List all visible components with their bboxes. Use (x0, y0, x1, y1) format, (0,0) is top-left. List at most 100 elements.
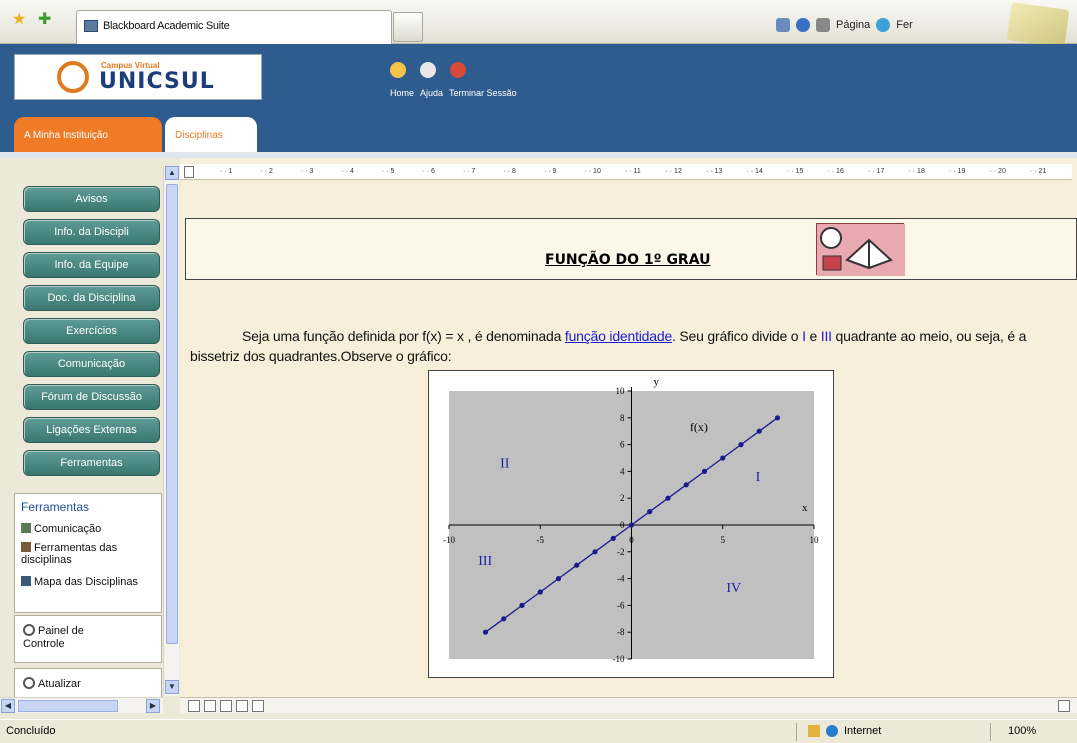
ruler-corner-icon (184, 166, 194, 178)
tools-course-map[interactable]: Mapa das Disciplinas (21, 576, 141, 588)
data-point (555, 576, 562, 582)
nav-course-docs[interactable]: Doc. da Disciplina (23, 285, 160, 311)
y-tick-label: -10 (613, 654, 625, 664)
reading-view-icon[interactable] (252, 700, 264, 712)
ruler-mark: · · 21 (1030, 168, 1047, 175)
nav-tools[interactable]: Ferramentas (23, 450, 160, 476)
scroll-up-arrow-icon[interactable]: ▲ (165, 166, 179, 180)
home-icon[interactable] (776, 18, 790, 32)
quadrant-label-ii: II (500, 456, 510, 471)
add-favorite-icon[interactable]: ✚ (38, 12, 51, 28)
control-panel-link[interactable]: Painel de Controle (23, 624, 113, 651)
tab-title: Blackboard Academic Suite (103, 20, 230, 32)
ruler-mark: · · 10 (584, 168, 601, 175)
help-link[interactable]: Ajuda (420, 88, 443, 98)
data-point (756, 428, 762, 434)
ruler-mark: · · 2 (260, 168, 273, 175)
ruler-mark: · · 3 (301, 168, 314, 175)
hscroll-thumb[interactable] (18, 700, 118, 712)
header-icons (390, 62, 466, 78)
y-tick-label: -6 (617, 600, 625, 610)
control-panel-box[interactable]: Painel de Controle (14, 615, 162, 663)
nav-discussion-forum[interactable]: Fórum de Discussão (23, 384, 160, 410)
x-tick-label: -5 (537, 535, 545, 545)
identity-function-link[interactable]: função identidade (565, 328, 672, 344)
unicsul-logo[interactable]: Campus Virtual UNICSUL (14, 54, 262, 100)
nav-communication[interactable]: Comunicação (23, 351, 160, 377)
data-point (720, 455, 726, 461)
home-icon[interactable] (390, 62, 406, 78)
tab-my-institution[interactable]: A Minha Instituição (14, 117, 162, 152)
data-point (738, 442, 744, 448)
y-axis-label: y (654, 376, 660, 388)
print-icon[interactable] (816, 18, 830, 32)
ruler-mark: · · 18 (908, 168, 925, 175)
tools-course-tools[interactable]: Ferramentas das disciplinas (21, 542, 161, 566)
scroll-left-arrow-icon[interactable]: ◀ (1, 699, 15, 713)
scroll-thumb[interactable] (166, 184, 178, 644)
web-view-icon[interactable] (204, 700, 216, 712)
data-point (701, 468, 708, 474)
y-tick-label: -2 (617, 547, 625, 557)
nav-external-links[interactable]: Ligações Externas (23, 417, 160, 443)
nav-exercises[interactable]: Exercícios (23, 318, 160, 344)
nav-course-info[interactable]: Info. da Discipli (23, 219, 160, 245)
data-point (574, 562, 580, 568)
data-point (592, 549, 598, 555)
page-title: FUNÇÃO DO 1º GRAU (545, 252, 711, 268)
tools-icon[interactable] (876, 18, 891, 32)
quadrant-label-i: I (756, 470, 761, 485)
nav-horizontal-scrollbar[interactable]: ◀ ▶ (0, 697, 163, 713)
nav-avisos[interactable]: Avisos (23, 186, 160, 212)
home-link[interactable]: Home (390, 88, 414, 98)
refresh-box[interactable]: Atualizar (14, 668, 162, 698)
logout-icon[interactable] (450, 62, 466, 78)
status-divider (796, 723, 797, 741)
y-tick-label: -8 (617, 627, 625, 637)
nav-vertical-scrollbar[interactable]: ▲ ▼ (163, 166, 179, 696)
refresh-icon (23, 677, 35, 689)
ruler-mark: · · 15 (787, 168, 804, 175)
page-scroll-right-icon[interactable] (1058, 700, 1070, 712)
data-point (610, 535, 616, 541)
scroll-down-arrow-icon[interactable]: ▼ (165, 680, 179, 694)
globe-icon (826, 725, 838, 737)
browser-tab[interactable]: Blackboard Academic Suite (76, 10, 392, 44)
ruler-mark: · · 5 (382, 168, 395, 175)
command-bar: Página Fer (776, 14, 913, 36)
ruler-mark: · · 8 (503, 168, 516, 175)
print-view-icon[interactable] (220, 700, 232, 712)
protected-mode-icon (808, 725, 820, 737)
page-view-toolbar (180, 697, 1077, 713)
book-icon (817, 224, 905, 276)
x-axis-label: x (802, 502, 808, 514)
y-tick-label: 8 (620, 413, 625, 423)
security-zone[interactable]: Internet (808, 725, 881, 737)
tools-menu[interactable]: Fer (896, 19, 913, 31)
page-menu[interactable]: Página (836, 19, 870, 31)
ruler-mark: · · 20 (989, 168, 1006, 175)
data-point (628, 522, 635, 528)
logout-link[interactable]: Terminar Sessão (449, 88, 517, 98)
nav-team-info[interactable]: Info. da Equipe (23, 252, 160, 278)
feeds-icon[interactable] (796, 18, 810, 32)
zoom-level[interactable]: 100% (1008, 725, 1036, 737)
x-tick-label: -10 (443, 535, 455, 545)
tools-box: Ferramentas Comunicação Ferramentas das … (14, 493, 162, 613)
scroll-right-arrow-icon[interactable]: ▶ (146, 699, 160, 713)
tools-communication[interactable]: Comunicação (21, 523, 101, 535)
data-point (647, 509, 653, 515)
tab-disciplines[interactable]: Disciplinas (165, 117, 257, 152)
refresh-link[interactable]: Atualizar (23, 677, 81, 691)
y-tick-label: 0 (620, 520, 625, 530)
site-header: Campus Virtual UNICSUL Home Ajuda Termin… (0, 44, 1077, 152)
new-tab-button[interactable] (393, 12, 423, 42)
normal-view-icon[interactable] (188, 700, 200, 712)
help-icon[interactable] (420, 62, 436, 78)
book-clipart-image (816, 223, 905, 276)
ruler-mark: · · 4 (341, 168, 354, 175)
outline-view-icon[interactable] (236, 700, 248, 712)
ruler-mark: · · 17 (868, 168, 885, 175)
tools-title: Ferramentas (21, 500, 90, 514)
favorites-star-icon[interactable]: ★ (12, 12, 26, 28)
